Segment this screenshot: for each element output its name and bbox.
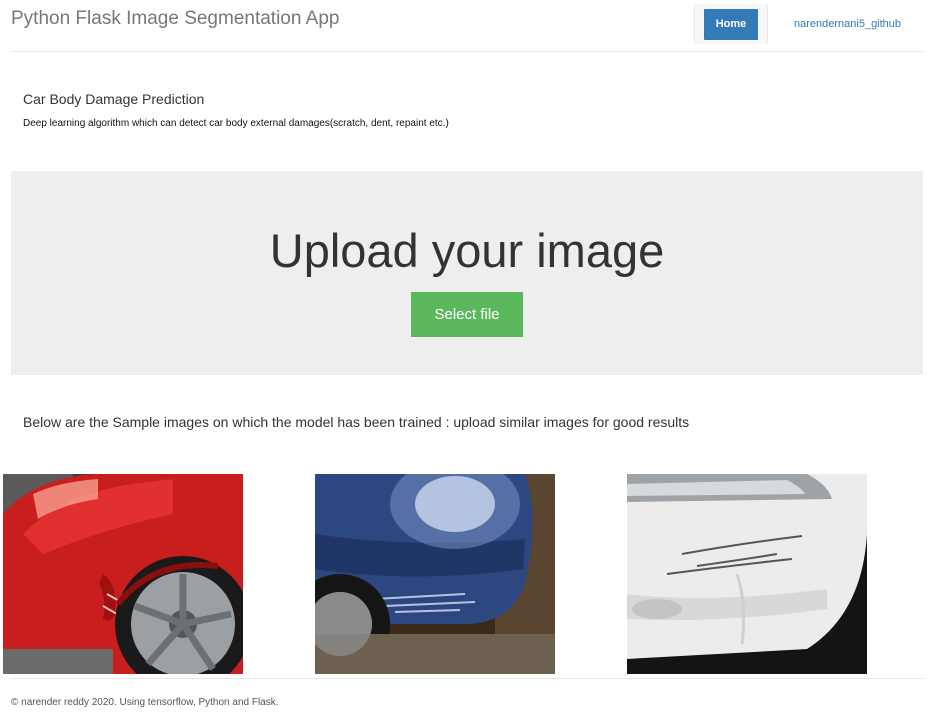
home-button[interactable]: Home bbox=[704, 8, 758, 40]
nav-home-item: Home bbox=[694, 4, 768, 44]
samples-note: Below are the Sample images on which the… bbox=[23, 414, 690, 430]
sample-image-white-car bbox=[627, 474, 867, 674]
header-divider bbox=[11, 51, 923, 52]
upload-jumbotron: Upload your image Select file bbox=[11, 171, 923, 375]
app-title[interactable]: Python Flask Image Segmentation App bbox=[11, 8, 339, 30]
github-link[interactable]: narendernani5_github bbox=[794, 18, 901, 30]
intro-subtitle: Deep learning algorithm which can detect… bbox=[23, 118, 449, 129]
navbar: Home narendernani5_github bbox=[694, 4, 901, 44]
upload-heading: Upload your image bbox=[269, 224, 665, 277]
footer-text: © narender reddy 2020. Using tensorflow,… bbox=[11, 697, 279, 708]
sample-image-red-car bbox=[3, 474, 243, 674]
intro-title: Car Body Damage Prediction bbox=[23, 91, 205, 107]
select-file-button[interactable]: Select file bbox=[411, 292, 523, 337]
footer-divider bbox=[11, 678, 923, 679]
sample-image-blue-car bbox=[315, 474, 555, 674]
